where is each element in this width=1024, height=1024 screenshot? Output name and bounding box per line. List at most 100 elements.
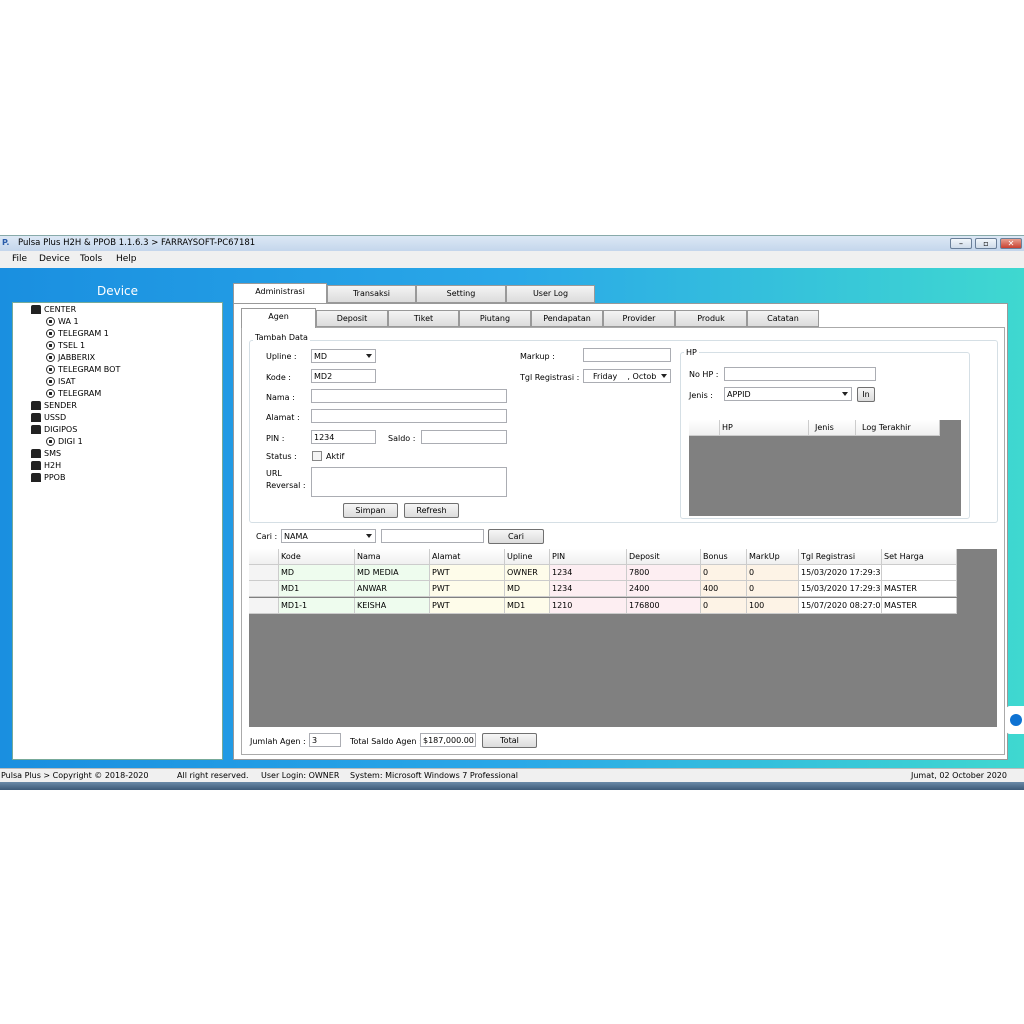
upline-select[interactable]: MD	[311, 349, 376, 363]
table-cell[interactable]: 0	[747, 565, 799, 581]
close-button[interactable]: ✕	[1000, 238, 1022, 249]
maximize-button[interactable]: ▫	[975, 238, 997, 249]
menu-help[interactable]: Help	[116, 254, 137, 264]
minimize-button[interactable]: –	[950, 238, 972, 249]
cari-button[interactable]: Cari	[488, 529, 544, 544]
pin-input[interactable]: 1234	[311, 430, 376, 444]
table-cell[interactable]: 100	[747, 597, 799, 614]
column-header[interactable]: HP	[720, 420, 809, 436]
markup-input[interactable]	[583, 348, 671, 362]
table-cell[interactable]: 2400	[627, 581, 701, 598]
agen-table[interactable]: Kode Nama Alamat Upline PIN Deposit Bonus MarkU…	[249, 549, 997, 727]
total-button[interactable]: Total	[482, 733, 537, 748]
column-header[interactable]: Set Harga	[882, 549, 957, 565]
tab-produk[interactable]: Produk	[675, 310, 747, 327]
column-header[interactable]: Deposit	[627, 549, 701, 565]
table-cell[interactable]: KEISHA	[355, 597, 430, 614]
table-cell[interactable]: MD1	[279, 581, 355, 598]
table-cell[interactable]: MASTER	[882, 597, 957, 614]
column-header[interactable]: Bonus	[701, 549, 747, 565]
tab-piutang[interactable]: Piutang	[459, 310, 531, 327]
table-row[interactable]: MD1-1 KEISHA PWT MD1 1210 176800 0 100 15/07/202…	[249, 597, 957, 614]
teamviewer-tab[interactable]	[1006, 706, 1024, 734]
tree-item[interactable]: ISAT	[46, 377, 75, 386]
nama-input[interactable]	[311, 389, 507, 403]
simpan-button[interactable]: Simpan	[343, 503, 398, 518]
nohp-input[interactable]	[724, 367, 876, 381]
refresh-button[interactable]: Refresh	[404, 503, 459, 518]
table-cell[interactable]: MD	[279, 565, 355, 581]
table-cell[interactable]: 1234	[550, 565, 627, 581]
hp-grid[interactable]: HP Jenis Log Terakhir	[689, 420, 961, 516]
tab-provider[interactable]: Provider	[603, 310, 675, 327]
table-cell[interactable]: 176800	[627, 597, 701, 614]
column-header[interactable]: PIN	[550, 549, 627, 565]
table-cell[interactable]: 0	[701, 565, 747, 581]
aktif-checkbox[interactable]	[312, 451, 322, 461]
table-cell[interactable]: MD	[505, 581, 550, 598]
tree-item[interactable]: JABBERIX	[46, 353, 95, 362]
table-cell[interactable]: MD MEDIA	[355, 565, 430, 581]
column-header[interactable]: Alamat	[430, 549, 505, 565]
table-cell[interactable]	[882, 565, 957, 581]
row-header[interactable]	[249, 565, 279, 581]
column-header[interactable]: Jenis	[809, 420, 856, 436]
table-cell[interactable]: MASTER	[882, 581, 957, 598]
table-cell[interactable]: 1210	[550, 597, 627, 614]
table-cell[interactable]: PWT	[430, 597, 505, 614]
column-header[interactable]: Upline	[505, 549, 550, 565]
menu-tools[interactable]: Tools	[80, 254, 102, 264]
tree-item[interactable]: H2H	[31, 461, 61, 470]
tab-catatan[interactable]: Catatan	[747, 310, 819, 327]
table-cell[interactable]: 15/03/2020 17:29:33	[799, 565, 882, 581]
table-cell[interactable]: 15/07/2020 08:27:07	[799, 597, 882, 614]
tab-user-log[interactable]: User Log	[506, 285, 595, 303]
tree-item[interactable]: TSEL 1	[46, 341, 85, 350]
table-cell[interactable]: MD1	[505, 597, 550, 614]
tree-item[interactable]: TELEGRAM BOT	[46, 365, 120, 374]
table-cell[interactable]: 15/03/2020 17:29:33	[799, 581, 882, 598]
tab-setting[interactable]: Setting	[416, 285, 506, 303]
tree-item[interactable]: TELEGRAM	[46, 389, 101, 398]
table-row[interactable]: MD MD MEDIA PWT OWNER 1234 7800 0 0 15/03/2020 1…	[249, 565, 957, 581]
in-button[interactable]: In	[857, 387, 875, 402]
row-header[interactable]	[249, 597, 279, 614]
tab-pendapatan[interactable]: Pendapatan	[531, 310, 603, 327]
jenis-select[interactable]: APPID	[724, 387, 852, 401]
table-cell[interactable]: OWNER	[505, 565, 550, 581]
tab-agen[interactable]: Agen	[241, 308, 316, 328]
tree-item[interactable]: DIGI 1	[46, 437, 83, 446]
device-tree[interactable]: CENTER WA 1 TELEGRAM 1 TSEL 1 JABBERIX TELEGR…	[12, 302, 223, 760]
tree-item[interactable]: USSD	[31, 413, 66, 422]
kode-input[interactable]: MD2	[311, 369, 376, 383]
menu-device[interactable]: Device	[39, 254, 70, 264]
table-cell[interactable]: 400	[701, 581, 747, 598]
tab-administrasi[interactable]: Administrasi	[233, 283, 327, 303]
tree-item[interactable]: WA 1	[46, 317, 79, 326]
tab-deposit[interactable]: Deposit	[316, 310, 388, 327]
table-cell[interactable]: 0	[747, 581, 799, 598]
tree-item[interactable]: SMS	[31, 449, 61, 458]
table-cell[interactable]: PWT	[430, 581, 505, 598]
column-header[interactable]: MarkUp	[747, 549, 799, 565]
table-cell[interactable]: PWT	[430, 565, 505, 581]
table-cell[interactable]: 0	[701, 597, 747, 614]
column-header[interactable]: Tgl Registrasi	[799, 549, 882, 565]
table-row[interactable]: MD1 ANWAR PWT MD 1234 2400 400 0 15/03/2020 17:2…	[249, 581, 957, 598]
table-cell[interactable]: ANWAR	[355, 581, 430, 598]
tree-item[interactable]: TELEGRAM 1	[46, 329, 109, 338]
column-header[interactable]: Log Terakhir	[856, 420, 940, 436]
row-header[interactable]	[249, 581, 279, 598]
column-header[interactable]: Nama	[355, 549, 430, 565]
url-reversal-input[interactable]	[311, 467, 507, 497]
tree-item[interactable]: SENDER	[31, 401, 77, 410]
tab-transaksi[interactable]: Transaksi	[327, 285, 416, 303]
tree-item[interactable]: CENTER	[31, 305, 76, 314]
tree-item[interactable]: PPOB	[31, 473, 65, 482]
tree-item[interactable]: DIGIPOS	[31, 425, 77, 434]
table-cell[interactable]: MD1-1	[279, 597, 355, 614]
alamat-input[interactable]	[311, 409, 507, 423]
menu-file[interactable]: File	[12, 254, 27, 264]
column-header[interactable]: Kode	[279, 549, 355, 565]
tab-tiket[interactable]: Tiket	[388, 310, 459, 327]
